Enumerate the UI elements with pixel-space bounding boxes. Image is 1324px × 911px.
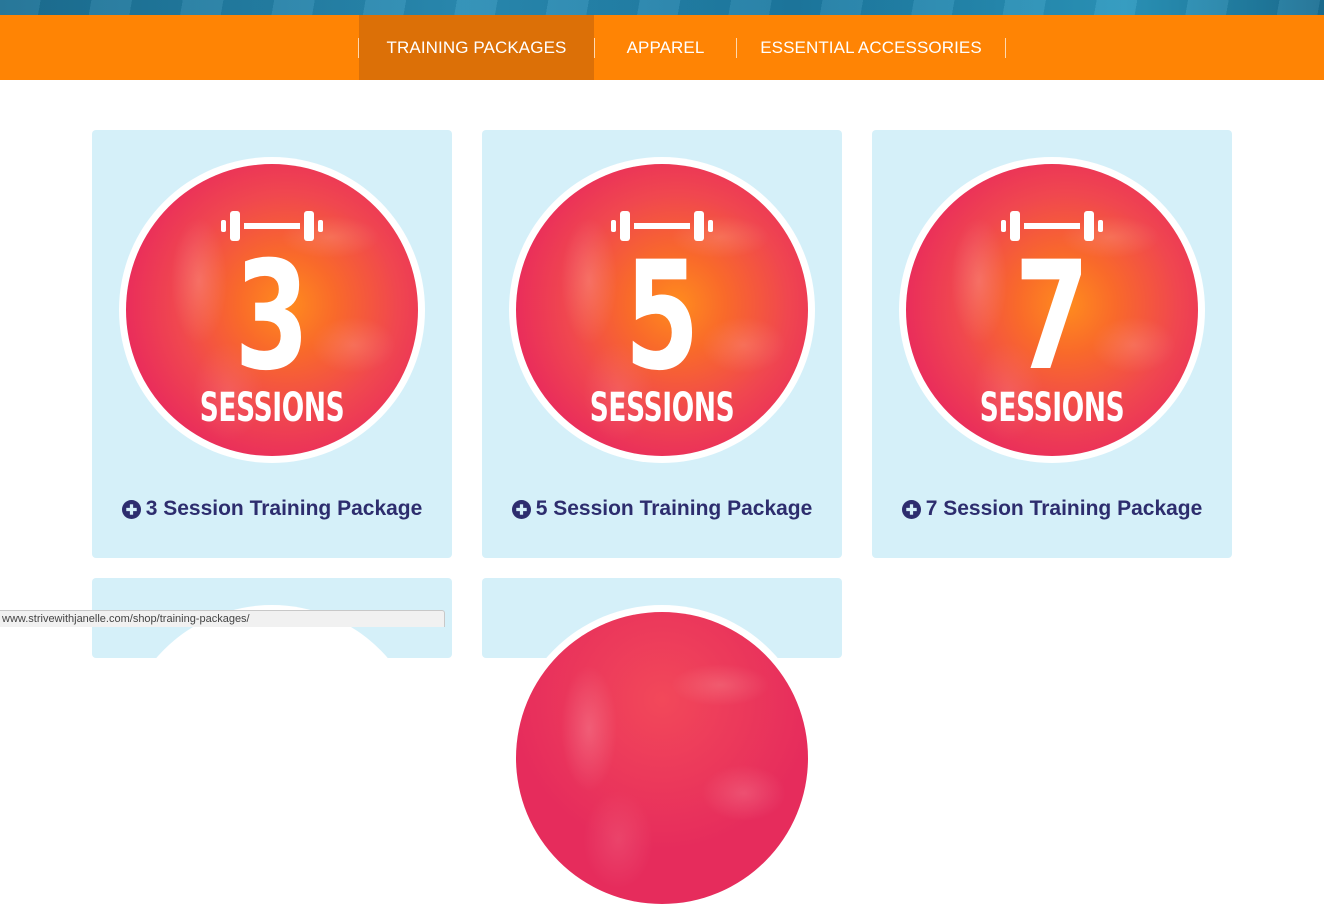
nav-list: TRAINING PACKAGES APPAREL ESSENTIAL ACCE…	[358, 15, 1006, 80]
product-image[interactable]: 5 SESSIONS	[509, 157, 815, 463]
product-image[interactable]	[119, 605, 425, 911]
badge-number: 3	[234, 230, 310, 404]
badge-number: 7	[1014, 230, 1090, 404]
product-title[interactable]: 7 Session Training Package	[926, 497, 1203, 521]
product-title-link[interactable]: 7 Session Training Package	[872, 497, 1232, 521]
nav-divider	[1005, 37, 1006, 58]
product-card[interactable]	[482, 578, 842, 911]
plus-circle-icon	[901, 499, 921, 519]
product-title-link[interactable]: 5 Session Training Package	[482, 497, 842, 521]
status-url: www.strivewithjanelle.com/shop/training-…	[2, 613, 250, 625]
plus-circle-icon	[511, 499, 531, 519]
product-image[interactable]	[509, 605, 815, 911]
nav-item-training-packages[interactable]: TRAINING PACKAGES	[359, 15, 594, 80]
main-navigation: TRAINING PACKAGES APPAREL ESSENTIAL ACCE…	[0, 15, 1324, 80]
badge-word: SESSIONS	[199, 385, 345, 431]
browser-status-bar: www.strivewithjanelle.com/shop/training-…	[0, 610, 445, 627]
badge-word: SESSIONS	[979, 385, 1125, 431]
hero-banner-strip	[0, 0, 1324, 15]
badge-circle: 3 SESSIONS	[126, 164, 418, 456]
product-card[interactable]: 7 SESSIONS 7 Session Training Package	[872, 130, 1232, 558]
product-image[interactable]: 7 SESSIONS	[899, 157, 1205, 463]
product-title-link[interactable]: 3 Session Training Package	[92, 497, 452, 521]
badge-word: SESSIONS	[589, 385, 735, 431]
nav-item-essential-accessories[interactable]: ESSENTIAL ACCESSORIES	[737, 15, 1005, 80]
product-title[interactable]: 5 Session Training Package	[536, 497, 813, 521]
badge-circle	[516, 612, 808, 904]
product-card[interactable]: 3 SESSIONS 3 Session Training Package	[92, 130, 452, 558]
product-card[interactable]: 5 SESSIONS 5 Session Training Package	[482, 130, 842, 558]
product-image[interactable]: 3 SESSIONS	[119, 157, 425, 463]
plus-circle-icon	[121, 499, 141, 519]
badge-circle: 7 SESSIONS	[906, 164, 1198, 456]
product-title[interactable]: 3 Session Training Package	[146, 497, 423, 521]
nav-item-apparel[interactable]: APPAREL	[595, 15, 736, 80]
badge-number: 5	[624, 230, 700, 404]
badge-circle: 5 SESSIONS	[516, 164, 808, 456]
